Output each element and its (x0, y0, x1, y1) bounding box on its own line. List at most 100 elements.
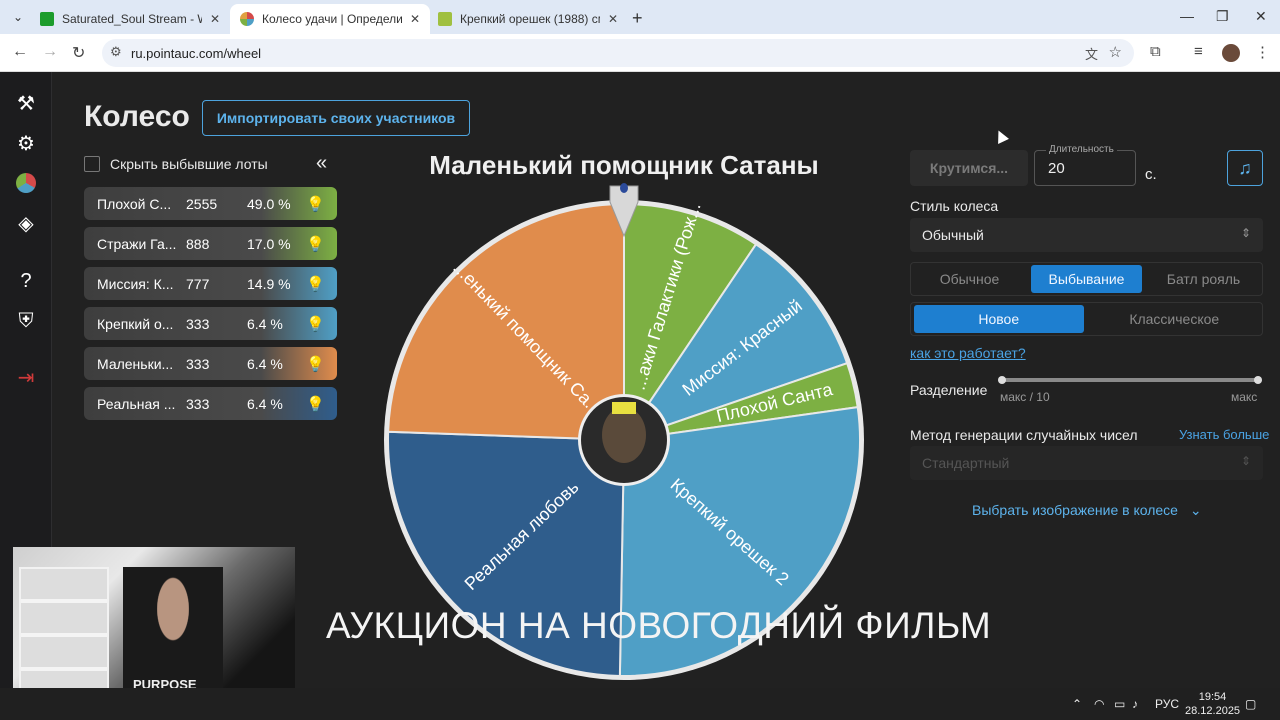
logout-icon[interactable]: ⇥ (13, 364, 39, 390)
close-icon[interactable]: ✕ (608, 12, 618, 26)
mode-elimination[interactable]: Выбывание (1031, 265, 1142, 293)
submode-new[interactable]: Новое (914, 305, 1084, 333)
tab-search-icon[interactable]: ⌄ (8, 8, 28, 26)
split-label: Разделение (910, 382, 988, 398)
volume-icon[interactable]: ♪ (1132, 697, 1138, 711)
lightbulb-icon[interactable]: 💡 (306, 355, 325, 373)
collapse-panel-icon[interactable]: « (316, 152, 327, 175)
translate-icon[interactable]: 文 (1085, 44, 1098, 63)
lot-row[interactable]: Миссия: К... 777 14.9 % 💡 (84, 267, 337, 300)
tab-title: Колесо удачи | Определите по (262, 12, 402, 26)
tab-title: Saturated_Soul Stream - Watch (62, 12, 202, 26)
hide-eliminated-label: Скрыть выбывшие лоты (110, 156, 268, 172)
notifications-icon[interactable]: ▢ (1245, 697, 1256, 711)
choose-image-label: Выбрать изображение в колесе (972, 502, 1178, 518)
lot-percent: 6.4 % (247, 315, 283, 332)
forward-icon[interactable]: → (42, 43, 58, 61)
lot-amount: 777 (186, 275, 210, 292)
taskbar-clock[interactable]: 19:54 28.12.2025 (1185, 690, 1240, 718)
wheel-center-face (602, 407, 646, 463)
battery-icon[interactable]: ▭ (1114, 697, 1125, 711)
shield-icon[interactable]: ⛨ (13, 308, 39, 334)
lot-percent: 6.4 % (247, 355, 283, 372)
menu-icon[interactable]: ⋮ (1255, 43, 1270, 61)
lightbulb-icon[interactable]: 💡 (306, 395, 325, 413)
extensions-icon[interactable]: ⧉ (1150, 43, 1161, 60)
wheel-style-value: Обычный (922, 227, 984, 243)
lot-row[interactable]: Крепкий о... 333 6.4 % 💡 (84, 307, 337, 340)
browser-toolbar: ← → ↻ ⚙ ru.pointauc.com/wheel 文 ☆ ⧉ ≡ ⋮ (0, 34, 1280, 72)
lot-percent: 49.0 % (247, 195, 291, 212)
lot-row[interactable]: Плохой С... 2555 49.0 % 💡 (84, 187, 337, 220)
reload-icon[interactable]: ↻ (72, 43, 85, 63)
wheel-icon[interactable] (13, 170, 39, 196)
profile-avatar[interactable] (1222, 44, 1240, 62)
wheel-winner-title: Маленький помощник Сатаны (429, 150, 819, 180)
new-tab-icon[interactable]: + (632, 8, 643, 29)
hd-icon (438, 12, 452, 26)
duration-label: Длительность (1046, 144, 1117, 155)
how-it-works-link[interactable]: как это работает? (910, 345, 1026, 361)
submode-classic[interactable]: Классическое (1090, 305, 1260, 333)
back-icon[interactable]: ← (12, 43, 28, 61)
address-bar[interactable]: ⚙ ru.pointauc.com/wheel 文 ☆ (102, 39, 1134, 67)
duration-value[interactable]: 20 (1048, 160, 1065, 177)
lot-name: Миссия: К... (97, 275, 174, 292)
lot-row[interactable]: Маленьки... 333 6.4 % 💡 (84, 347, 337, 380)
settings-gear-icon[interactable]: ⚙ (13, 130, 39, 156)
tab-die-hard[interactable]: Крепкий орешек (1988) смотр ✕ (428, 4, 628, 34)
split-slider-min-handle[interactable] (998, 376, 1006, 384)
hide-eliminated-checkbox[interactable] (84, 156, 100, 172)
rng-select[interactable]: Стандартный ⇕ (910, 446, 1263, 480)
maximize-icon[interactable]: ❐ (1216, 8, 1229, 25)
language-indicator[interactable]: РУС (1155, 697, 1179, 711)
help-icon[interactable]: ? (13, 268, 39, 294)
import-participants-button[interactable]: Импортировать своих участников (202, 100, 470, 136)
lot-amount: 333 (186, 315, 210, 332)
lot-name: Реальная ... (97, 395, 176, 412)
webcam-shelf (19, 567, 109, 697)
lot-name: Крепкий о... (97, 315, 174, 332)
layers-icon[interactable]: ◈ (13, 210, 39, 236)
split-slider-max-handle[interactable] (1254, 376, 1262, 384)
music-note-icon[interactable]: ♫ (1227, 150, 1263, 186)
mode-normal[interactable]: Обычное (914, 265, 1025, 293)
lightbulb-icon[interactable]: 💡 (306, 275, 325, 293)
clock-date: 28.12.2025 (1185, 705, 1241, 717)
mode-battle-royale[interactable]: Батл рояль (1148, 265, 1259, 293)
choose-wheel-image-toggle[interactable]: Выбрать изображение в колесе ⌄ (972, 502, 1202, 519)
lot-row[interactable]: Стражи Га... 888 17.0 % 💡 (84, 227, 337, 260)
lot-amount: 333 (186, 355, 210, 372)
stream-overlay-caption: АУКЦИОН НА НОВОГОДНИЙ ФИЛЬМ (326, 605, 992, 646)
spin-button[interactable]: Крутимся... (910, 150, 1028, 186)
site-info-icon[interactable]: ⚙ (110, 44, 122, 60)
lot-row[interactable]: Реальная ... 333 6.4 % 💡 (84, 387, 337, 420)
lot-amount: 888 (186, 235, 210, 252)
lightbulb-icon[interactable]: 💡 (306, 195, 325, 213)
lightbulb-icon[interactable]: 💡 (306, 315, 325, 333)
close-icon[interactable]: ✕ (210, 12, 220, 26)
media-control-icon[interactable]: ≡ (1194, 43, 1203, 60)
tab-wheel[interactable]: Колесо удачи | Определите по ✕ (230, 4, 431, 34)
window-close-icon[interactable]: ✕ (1255, 8, 1267, 25)
bookmark-star-icon[interactable]: ☆ (1109, 43, 1122, 61)
minimize-icon[interactable]: — (1180, 8, 1194, 24)
wheel-center-hat (612, 402, 636, 414)
lot-amount: 333 (186, 395, 210, 412)
wifi-icon[interactable]: ◠ (1094, 697, 1104, 711)
tray-chevron-icon[interactable]: ⌃ (1072, 697, 1082, 711)
learn-more-link[interactable]: Узнать больше (1179, 427, 1269, 442)
hide-eliminated-row[interactable]: Скрыть выбывшие лоты (84, 156, 268, 172)
lot-name: Стражи Га... (97, 235, 177, 252)
lot-amount: 2555 (186, 195, 218, 212)
rng-label: Метод генерации случайных чисел (910, 427, 1138, 443)
split-slider[interactable] (1000, 378, 1260, 382)
gavel-icon[interactable]: ⚒ (13, 90, 39, 116)
lightbulb-icon[interactable]: 💡 (306, 235, 325, 253)
split-max-label: макс (1231, 390, 1258, 404)
tab-saturated-soul[interactable]: Saturated_Soul Stream - Watch ✕ (30, 4, 230, 34)
close-icon[interactable]: ✕ (410, 12, 420, 26)
lot-percent: 14.9 % (247, 275, 291, 292)
webcam-overlay: PURPOSE (13, 547, 295, 707)
wheel-style-select[interactable]: Обычный ⇕ (910, 218, 1263, 252)
